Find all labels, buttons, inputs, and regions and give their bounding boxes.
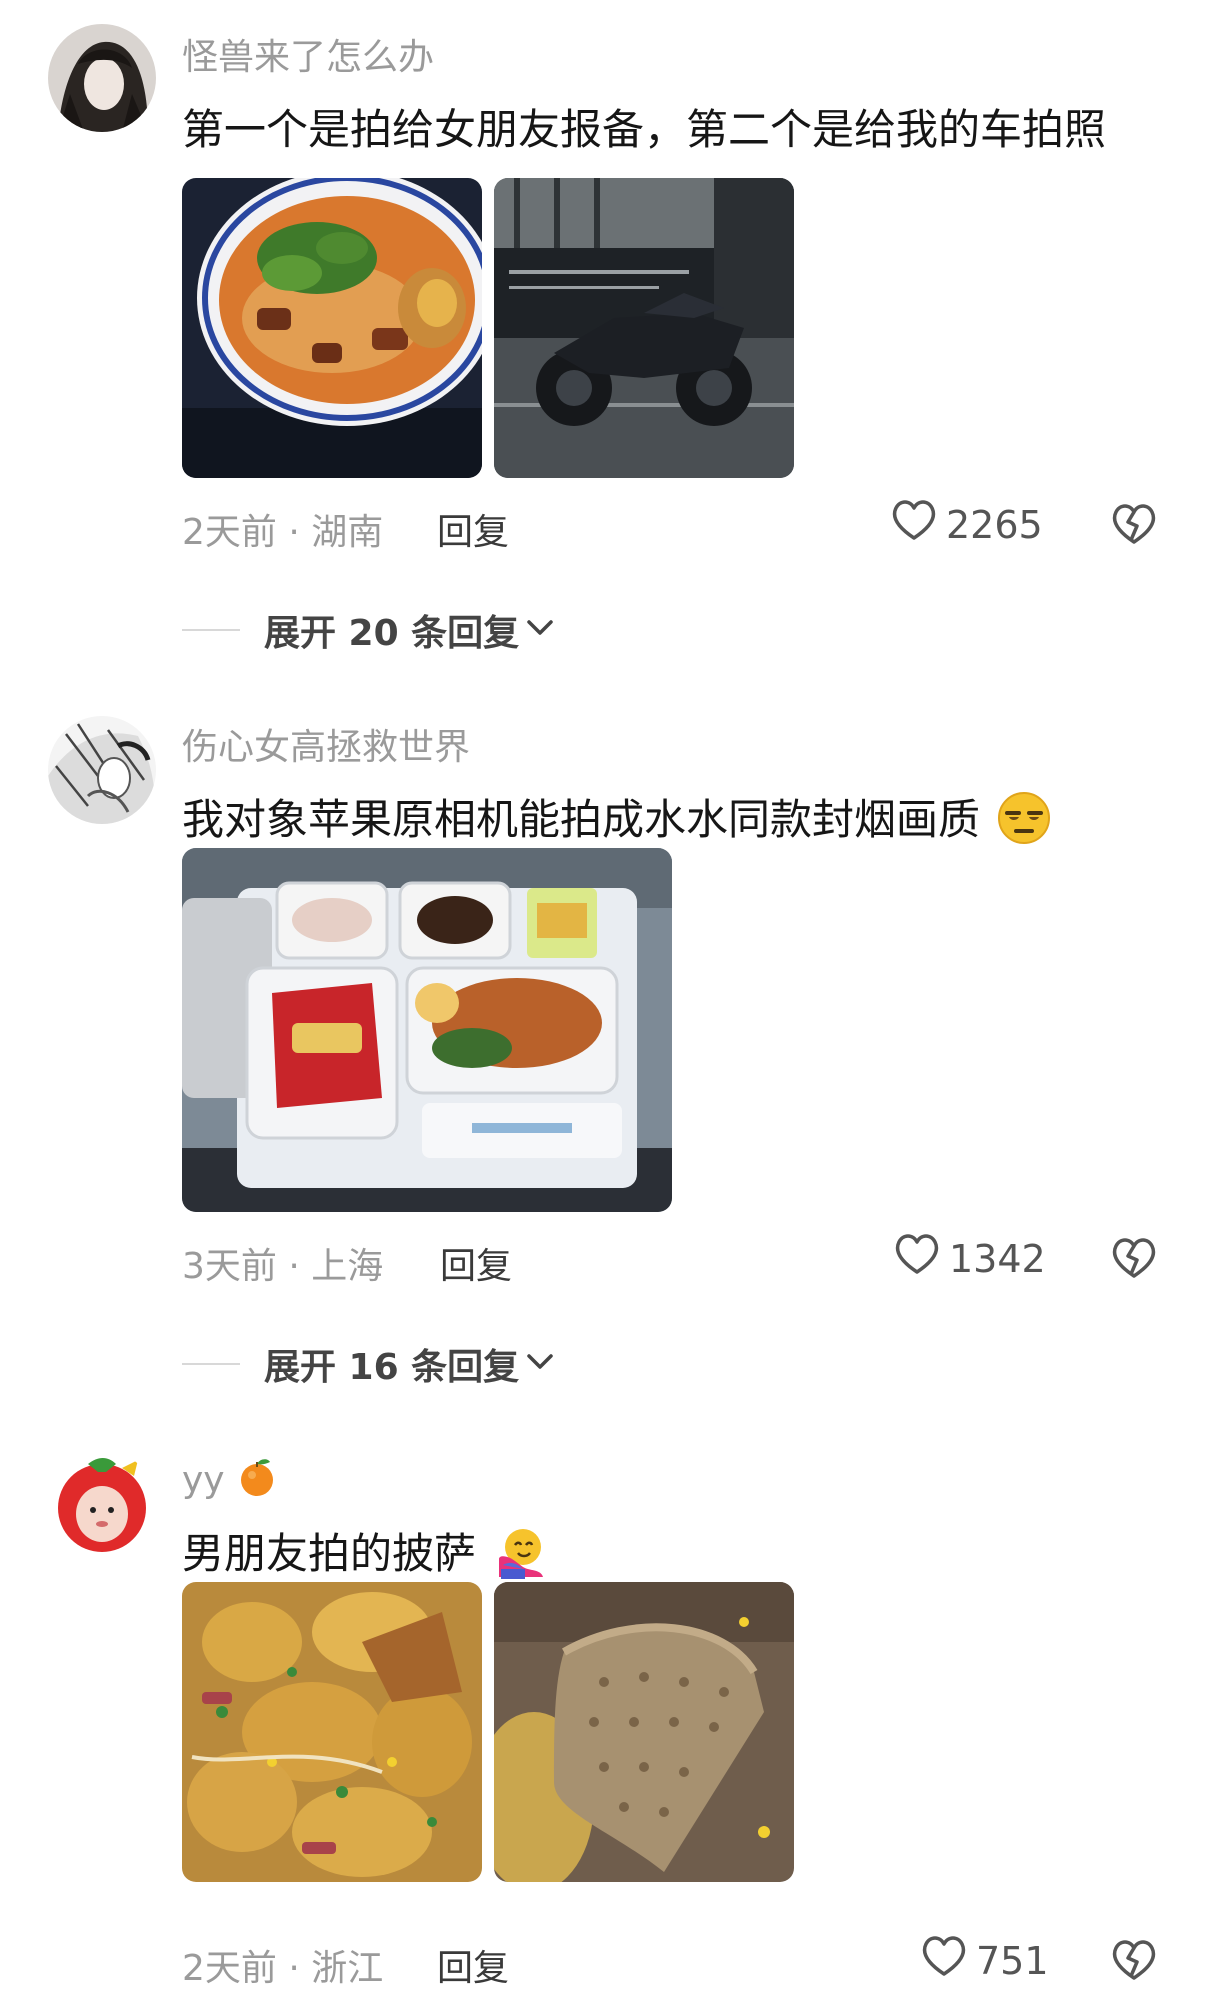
chevron-down-icon	[525, 1352, 555, 1376]
reply-button[interactable]: 回复	[437, 1939, 509, 1991]
like-count: 2265	[946, 502, 1043, 547]
like-button[interactable]: 2265	[890, 498, 1043, 551]
username[interactable]: 伤心女高拯救世界	[182, 718, 470, 770]
like-count: 751	[976, 1938, 1049, 1983]
chevron-down-icon	[525, 618, 555, 642]
reply-button[interactable]: 回复	[440, 1237, 512, 1289]
dislike-button[interactable]	[1110, 1236, 1158, 1284]
username[interactable]: 怪兽来了怎么办	[182, 28, 434, 80]
comment-text-row: 男朋友拍的披萨	[182, 1520, 547, 1589]
divider	[182, 629, 240, 631]
avatar[interactable]	[48, 24, 156, 132]
avatar[interactable]	[48, 716, 156, 824]
dislike-button[interactable]	[1110, 502, 1158, 550]
divider	[182, 1363, 240, 1365]
broken-heart-icon	[1110, 1940, 1158, 1986]
broken-heart-icon	[1110, 1238, 1158, 1284]
comment-text: 第一个是拍给女朋友报备，第二个是给我的车拍照	[182, 105, 1107, 154]
expand-label: 展开 16 条回复	[264, 1347, 520, 1388]
comment-text: 我对象苹果原相机能拍成水水同款封烟画质	[182, 795, 981, 844]
heart-outline-icon	[893, 1232, 941, 1285]
like-button[interactable]: 751	[920, 1934, 1049, 1987]
avatar[interactable]	[48, 1450, 156, 1558]
heart-outline-icon	[890, 498, 938, 551]
pizza-slice-photo[interactable]	[494, 1582, 794, 1882]
unamused-emoji	[997, 791, 1051, 855]
expand-replies-button[interactable]: 展开 20 条回复	[182, 604, 555, 656]
expand-replies-button[interactable]: 展开 16 条回复	[182, 1338, 555, 1390]
username-row[interactable]: yy	[182, 1456, 278, 1507]
comment-photos	[182, 1582, 794, 1882]
motorcycle-photo[interactable]	[494, 178, 794, 478]
comment-text: 男朋友拍的披萨	[182, 1529, 477, 1578]
hug-emoji	[493, 1525, 547, 1589]
dislike-button[interactable]	[1110, 1938, 1158, 1986]
username: yy	[182, 1459, 225, 1501]
time-location: 2天前 · 浙江	[182, 1948, 384, 1989]
noodle-bowl-photo[interactable]	[182, 178, 482, 478]
expand-label: 展开 20 条回复	[264, 613, 520, 654]
reply-button[interactable]: 回复	[437, 503, 509, 555]
comment-photos	[182, 848, 672, 1212]
time-location: 2天前 · 湖南	[182, 512, 384, 553]
orange-emoji	[236, 1456, 278, 1507]
pizza-photo[interactable]	[182, 1582, 482, 1882]
like-button[interactable]: 1342	[893, 1232, 1046, 1285]
like-count: 1342	[949, 1236, 1046, 1281]
time-location: 3天前 · 上海	[182, 1246, 384, 1287]
heart-outline-icon	[920, 1934, 968, 1987]
broken-heart-icon	[1110, 504, 1158, 550]
airline-meal-photo[interactable]	[182, 848, 672, 1212]
comment-text-row: 我对象苹果原相机能拍成水水同款封烟画质	[182, 786, 1051, 855]
comment-photos	[182, 178, 794, 478]
